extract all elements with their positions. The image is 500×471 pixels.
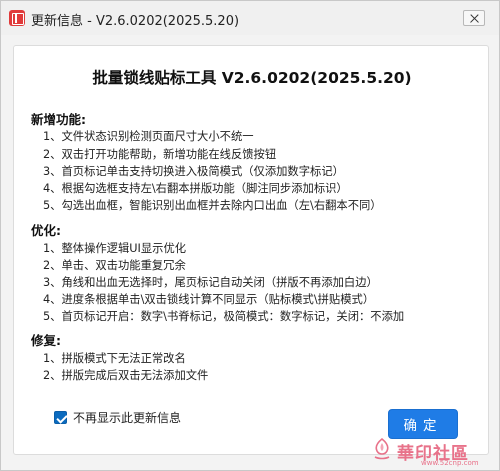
close-button[interactable] — [463, 10, 485, 26]
list-item: 1、整体操作逻辑UI显示优化 — [43, 242, 187, 255]
watermark-url: www.52cnp.com — [421, 459, 479, 467]
section-title-optimizations: 优化: — [31, 223, 61, 238]
list-item: 2、单击、双击功能重复冗余 — [43, 259, 186, 272]
update-dialog: 更新信息 - V2.6.0202(2025.5.20) 批量锁线贴标工具 V2.… — [0, 0, 500, 471]
dont-show-again-option[interactable]: 不再显示此更新信息 — [54, 409, 181, 426]
list-item: 3、角线和出血无选择时，尾页标记自动关闭（拼版不再添加白边） — [43, 276, 378, 289]
window-title: 更新信息 - V2.6.0202(2025.5.20) — [31, 14, 240, 29]
list-item: 1、拼版模式下无法正常改名 — [43, 352, 186, 365]
watermark-logo: 華印社區 www.52cnp.com — [367, 433, 499, 469]
app-icon — [9, 10, 25, 26]
dont-show-again-checkbox[interactable] — [54, 411, 67, 424]
flower-icon — [374, 437, 390, 460]
section-title-new-features: 新增功能: — [31, 112, 86, 127]
list-item: 1、文件状态识别检测页面尺寸大小不统一 — [43, 130, 254, 143]
title-bar: 更新信息 - V2.6.0202(2025.5.20) — [1, 1, 499, 35]
section-title-fixes: 修复: — [31, 333, 61, 348]
list-item: 4、进度条根据单击\双击锁线计算不同显示（贴标模式\拼贴模式） — [43, 293, 375, 306]
list-item: 3、首页标记单击支持切换进入极简模式（仅添加数字标记） — [43, 165, 344, 178]
list-item: 2、双击打开功能帮助，新增功能在线反馈按钮 — [43, 148, 277, 161]
list-item: 4、根据勾选框支持左\右翻本拼版功能（脚注同步添加标识） — [43, 182, 348, 195]
dont-show-again-label[interactable]: 不再显示此更新信息 — [73, 409, 181, 426]
list-item: 5、首页标记开启：数字\书脊标记，极简模式：数字标记，关闭：不添加 — [43, 310, 405, 323]
list-item: 2、拼版完成后双击无法添加文件 — [43, 369, 209, 382]
dialog-heading: 批量锁线贴标工具 V2.6.0202(2025.5.20) — [92, 69, 412, 87]
list-item: 5、勾选出血框，智能识别出血框并去除内口出血（左\右翻本不同） — [43, 199, 382, 212]
